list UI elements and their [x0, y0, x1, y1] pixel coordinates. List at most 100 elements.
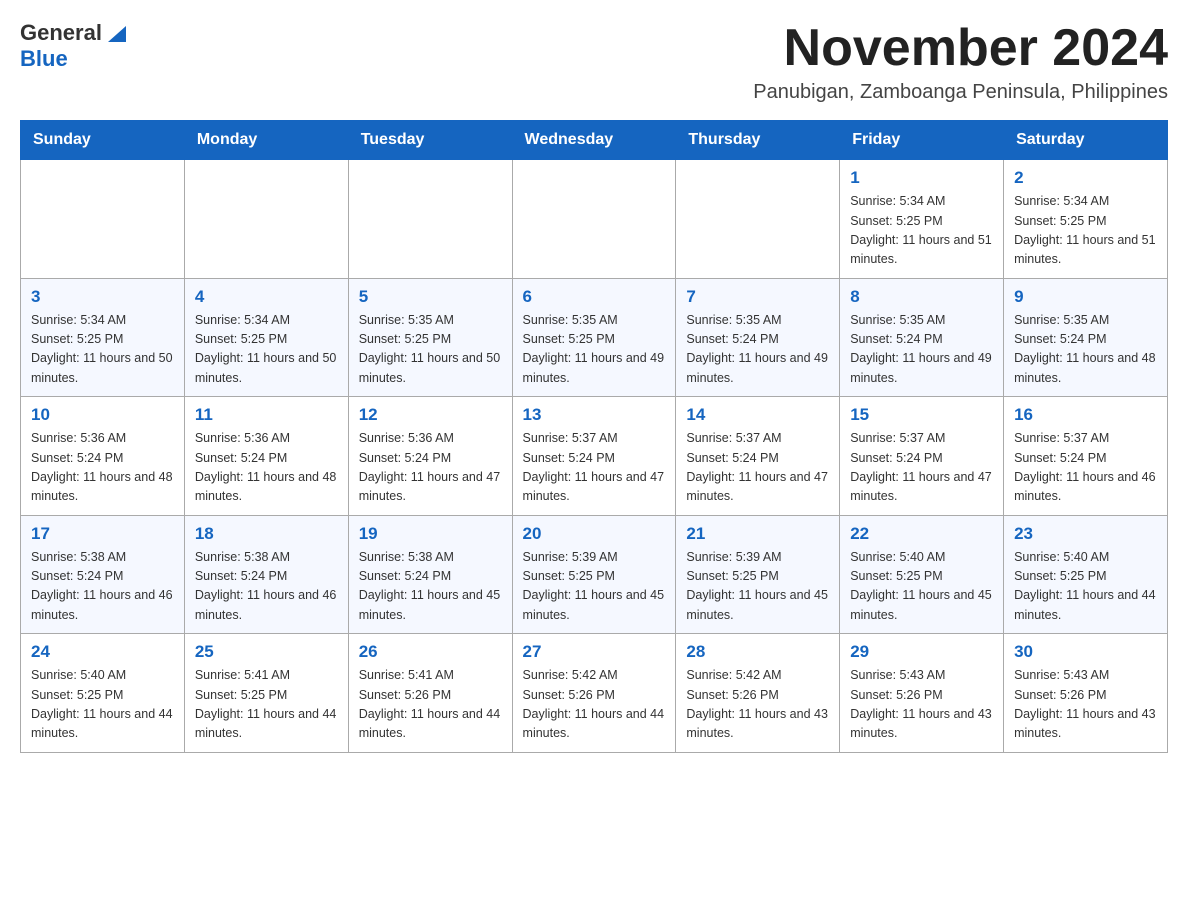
calendar-cell: 23Sunrise: 5:40 AM Sunset: 5:25 PM Dayli… — [1004, 515, 1168, 634]
day-info: Sunrise: 5:37 AM Sunset: 5:24 PM Dayligh… — [850, 429, 993, 507]
day-number: 27 — [523, 642, 666, 662]
calendar-cell: 7 Sunrise: 5:35 AM Sunset: 5:24 PM Daylig… — [676, 278, 840, 397]
day-info: Sunrise: 5:35 AM Sunset: 5:25 PM Dayligh… — [523, 311, 666, 389]
calendar-cell: 13 Sunrise: 5:37 AM Sunset: 5:24 PM Dayli… — [512, 397, 676, 516]
calendar-cell — [21, 160, 185, 279]
calendar-cell — [676, 160, 840, 279]
day-number: 10 — [31, 405, 174, 425]
calendar-cell: 8 Sunrise: 5:35 AM Sunset: 5:24 PM Daylig… — [840, 278, 1004, 397]
col-header-thursday: Thursday — [676, 121, 840, 160]
day-number: 19 — [359, 524, 502, 544]
day-info: Sunrise: 5:35 AM Sunset: 5:24 PM Dayligh… — [1014, 311, 1157, 389]
day-info: Sunrise: 5:37 AM Sunset: 5:24 PM Dayligh… — [523, 429, 666, 507]
day-info: Sunrise: 5:34 AM Sunset: 5:25 PM Dayligh… — [850, 192, 993, 270]
day-number: 21 — [686, 524, 829, 544]
calendar-week-row: 10 Sunrise: 5:36 AM Sunset: 5:24 PM Dayli… — [21, 397, 1168, 516]
calendar-cell: 28 Sunrise: 5:42 AM Sunset: 5:26 PM Dayli… — [676, 634, 840, 753]
col-header-friday: Friday — [840, 121, 1004, 160]
day-number: 7 — [686, 287, 829, 307]
day-number: 2 — [1014, 168, 1157, 188]
col-header-wednesday: Wednesday — [512, 121, 676, 160]
day-number: 23 — [1014, 524, 1157, 544]
day-number: 22 — [850, 524, 993, 544]
calendar-cell: 26 Sunrise: 5:41 AM Sunset: 5:26 PM Dayli… — [348, 634, 512, 753]
calendar-cell: 15 Sunrise: 5:37 AM Sunset: 5:24 PM Dayli… — [840, 397, 1004, 516]
month-title: November 2024 — [753, 20, 1168, 77]
day-number: 1 — [850, 168, 993, 188]
day-info: Sunrise: 5:38 AM Sunset: 5:24 PM Dayligh… — [359, 548, 502, 626]
col-header-monday: Monday — [184, 121, 348, 160]
calendar-cell: 17Sunrise: 5:38 AM Sunset: 5:24 PM Dayli… — [21, 515, 185, 634]
day-number: 14 — [686, 405, 829, 425]
col-header-sunday: Sunday — [21, 121, 185, 160]
calendar-cell: 21 Sunrise: 5:39 AM Sunset: 5:25 PM Dayli… — [676, 515, 840, 634]
day-info: Sunrise: 5:40 AM Sunset: 5:25 PM Dayligh… — [31, 666, 174, 744]
day-number: 9 — [1014, 287, 1157, 307]
day-info: Sunrise: 5:36 AM Sunset: 5:24 PM Dayligh… — [195, 429, 338, 507]
calendar-cell: 27 Sunrise: 5:42 AM Sunset: 5:26 PM Dayli… — [512, 634, 676, 753]
calendar-week-row: 17Sunrise: 5:38 AM Sunset: 5:24 PM Dayli… — [21, 515, 1168, 634]
day-info: Sunrise: 5:38 AM Sunset: 5:24 PM Dayligh… — [195, 548, 338, 626]
day-info: Sunrise: 5:34 AM Sunset: 5:25 PM Dayligh… — [195, 311, 338, 389]
logo-general-text: General — [20, 20, 102, 46]
day-number: 6 — [523, 287, 666, 307]
day-info: Sunrise: 5:35 AM Sunset: 5:24 PM Dayligh… — [850, 311, 993, 389]
location-subtitle: Panubigan, Zamboanga Peninsula, Philippi… — [753, 81, 1168, 104]
calendar-cell: 10Sunrise: 5:36 AM Sunset: 5:24 PM Dayli… — [21, 397, 185, 516]
page-header: General Blue November 2024 Panubigan, Za… — [20, 20, 1168, 104]
day-number: 15 — [850, 405, 993, 425]
logo: General Blue — [20, 20, 130, 72]
day-number: 18 — [195, 524, 338, 544]
day-number: 8 — [850, 287, 993, 307]
col-header-saturday: Saturday — [1004, 121, 1168, 160]
calendar-table: SundayMondayTuesdayWednesdayThursdayFrid… — [20, 120, 1168, 753]
day-info: Sunrise: 5:42 AM Sunset: 5:26 PM Dayligh… — [686, 666, 829, 744]
calendar-week-row: 24Sunrise: 5:40 AM Sunset: 5:25 PM Dayli… — [21, 634, 1168, 753]
calendar-cell: 3 Sunrise: 5:34 AM Sunset: 5:25 PM Daylig… — [21, 278, 185, 397]
day-info: Sunrise: 5:35 AM Sunset: 5:24 PM Dayligh… — [686, 311, 829, 389]
day-info: Sunrise: 5:41 AM Sunset: 5:25 PM Dayligh… — [195, 666, 338, 744]
day-info: Sunrise: 5:34 AM Sunset: 5:25 PM Dayligh… — [31, 311, 174, 389]
calendar-cell — [184, 160, 348, 279]
calendar-cell: 4Sunrise: 5:34 AM Sunset: 5:25 PM Daylig… — [184, 278, 348, 397]
day-info: Sunrise: 5:43 AM Sunset: 5:26 PM Dayligh… — [1014, 666, 1157, 744]
day-number: 11 — [195, 405, 338, 425]
calendar-cell: 25 Sunrise: 5:41 AM Sunset: 5:25 PM Dayli… — [184, 634, 348, 753]
calendar-week-row: 3 Sunrise: 5:34 AM Sunset: 5:25 PM Daylig… — [21, 278, 1168, 397]
day-number: 13 — [523, 405, 666, 425]
day-number: 16 — [1014, 405, 1157, 425]
calendar-cell: 22 Sunrise: 5:40 AM Sunset: 5:25 PM Dayli… — [840, 515, 1004, 634]
logo-triangle-icon — [104, 20, 130, 46]
day-number: 3 — [31, 287, 174, 307]
calendar-cell: 19 Sunrise: 5:38 AM Sunset: 5:24 PM Dayli… — [348, 515, 512, 634]
day-info: Sunrise: 5:39 AM Sunset: 5:25 PM Dayligh… — [686, 548, 829, 626]
day-number: 26 — [359, 642, 502, 662]
day-info: Sunrise: 5:37 AM Sunset: 5:24 PM Dayligh… — [686, 429, 829, 507]
calendar-cell: 18 Sunrise: 5:38 AM Sunset: 5:24 PM Dayli… — [184, 515, 348, 634]
calendar-cell: 1 Sunrise: 5:34 AM Sunset: 5:25 PM Daylig… — [840, 160, 1004, 279]
day-info: Sunrise: 5:38 AM Sunset: 5:24 PM Dayligh… — [31, 548, 174, 626]
day-info: Sunrise: 5:40 AM Sunset: 5:25 PM Dayligh… — [850, 548, 993, 626]
logo-blue-text: Blue — [20, 46, 68, 72]
col-header-tuesday: Tuesday — [348, 121, 512, 160]
day-number: 5 — [359, 287, 502, 307]
calendar-cell: 30 Sunrise: 5:43 AM Sunset: 5:26 PM Dayli… — [1004, 634, 1168, 753]
calendar-cell — [512, 160, 676, 279]
day-info: Sunrise: 5:34 AM Sunset: 5:25 PM Dayligh… — [1014, 192, 1157, 270]
title-area: November 2024 Panubigan, Zamboanga Penin… — [753, 20, 1168, 104]
day-info: Sunrise: 5:43 AM Sunset: 5:26 PM Dayligh… — [850, 666, 993, 744]
day-info: Sunrise: 5:41 AM Sunset: 5:26 PM Dayligh… — [359, 666, 502, 744]
day-info: Sunrise: 5:42 AM Sunset: 5:26 PM Dayligh… — [523, 666, 666, 744]
day-number: 30 — [1014, 642, 1157, 662]
calendar-cell: 24Sunrise: 5:40 AM Sunset: 5:25 PM Dayli… — [21, 634, 185, 753]
calendar-header-row: SundayMondayTuesdayWednesdayThursdayFrid… — [21, 121, 1168, 160]
day-info: Sunrise: 5:37 AM Sunset: 5:24 PM Dayligh… — [1014, 429, 1157, 507]
day-number: 20 — [523, 524, 666, 544]
calendar-cell: 12Sunrise: 5:36 AM Sunset: 5:24 PM Dayli… — [348, 397, 512, 516]
day-number: 25 — [195, 642, 338, 662]
day-number: 28 — [686, 642, 829, 662]
day-info: Sunrise: 5:36 AM Sunset: 5:24 PM Dayligh… — [359, 429, 502, 507]
calendar-cell: 5Sunrise: 5:35 AM Sunset: 5:25 PM Daylig… — [348, 278, 512, 397]
calendar-cell: 11 Sunrise: 5:36 AM Sunset: 5:24 PM Dayli… — [184, 397, 348, 516]
calendar-cell: 2 Sunrise: 5:34 AM Sunset: 5:25 PM Daylig… — [1004, 160, 1168, 279]
